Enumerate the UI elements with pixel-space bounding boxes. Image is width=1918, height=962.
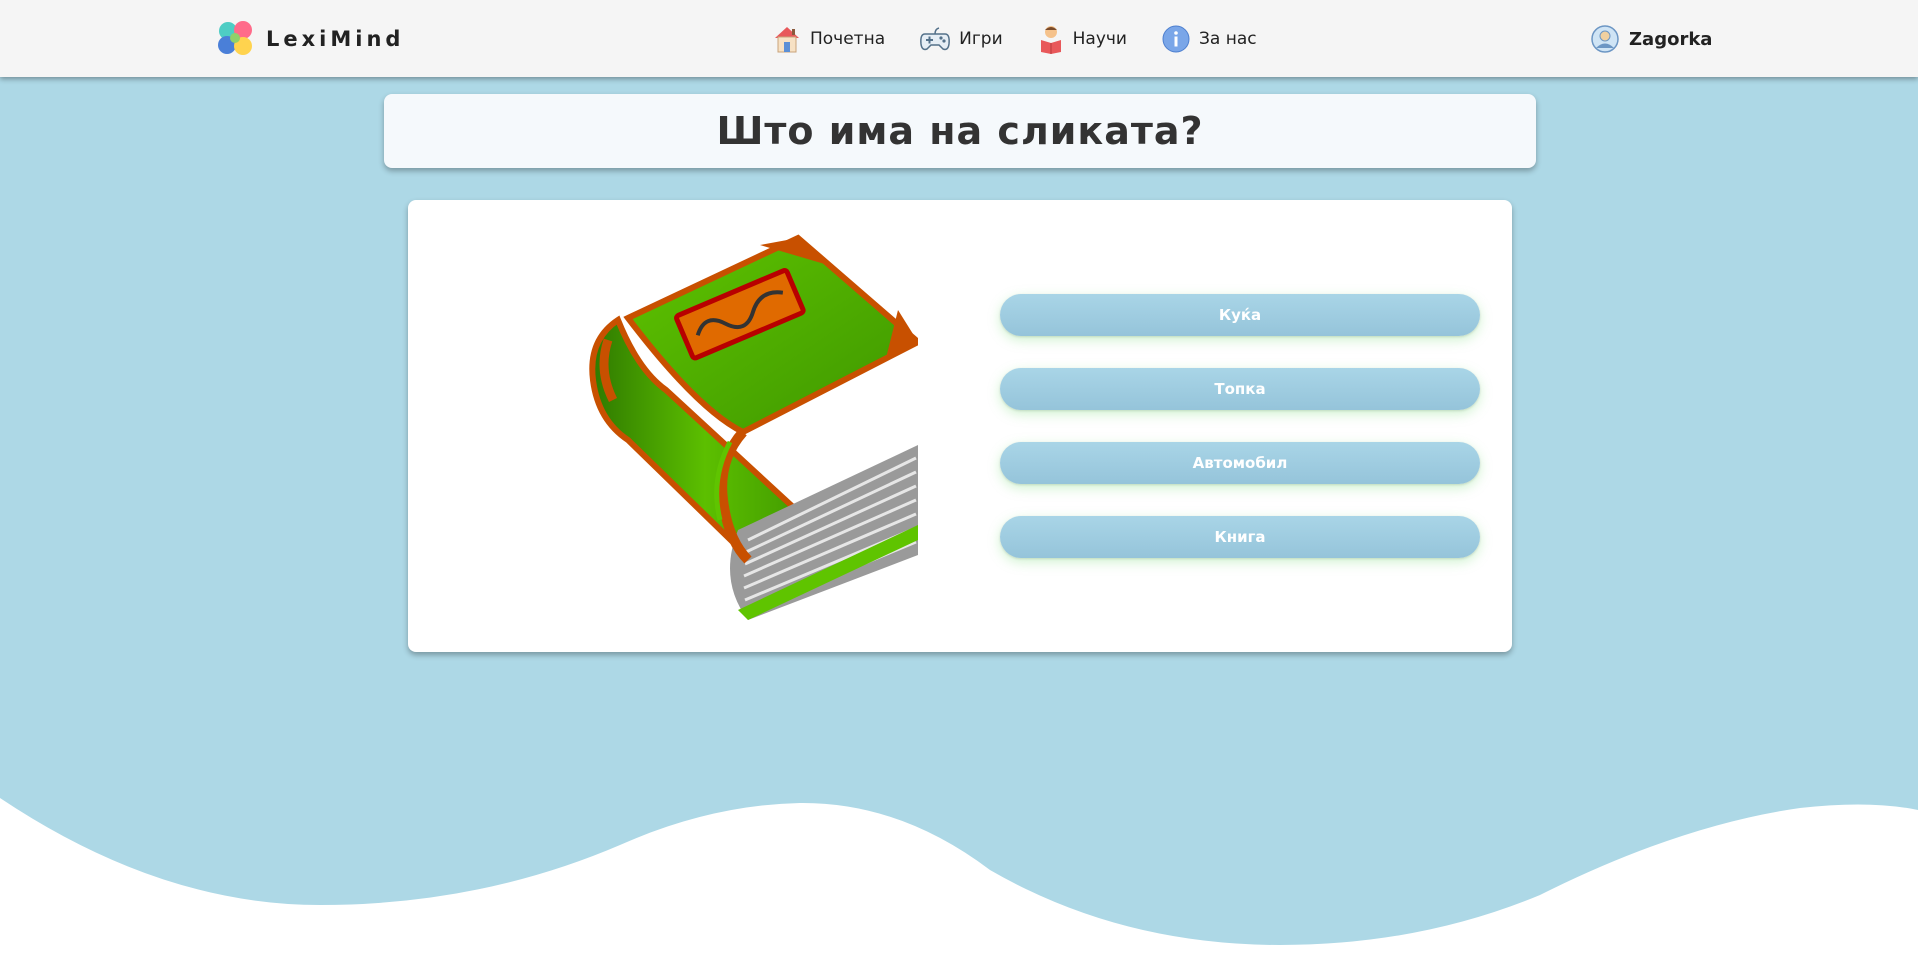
brand-logo[interactable]: LexiMind (216, 19, 404, 59)
bottom-wave-decoration (0, 798, 1918, 962)
brain-logo-icon (218, 21, 252, 55)
top-navbar: LexiMind Почетна Игри Научи За нас Zagor… (0, 0, 1918, 77)
nav-item-label: Почетна (810, 29, 886, 49)
nav-links: Почетна Игри Научи За нас (772, 24, 1291, 54)
answer-button-car[interactable]: Автомобил (1000, 442, 1480, 484)
answer-options: Куќа Топка Автомобил Книга (1000, 294, 1480, 590)
user-menu[interactable]: Zagorka (1590, 24, 1712, 54)
quiz-card: Куќа Топка Автомобил Книга (408, 200, 1512, 652)
answer-button-book[interactable]: Книга (1000, 516, 1480, 558)
reading-icon (1040, 26, 1061, 54)
nav-item-about[interactable]: За нас (1161, 24, 1257, 54)
home-icon (775, 27, 799, 53)
user-name: Zagorka (1629, 28, 1713, 50)
book-icon (589, 234, 918, 620)
answer-button-house[interactable]: Куќа (1000, 294, 1480, 336)
nav-item-home[interactable]: Почетна (772, 24, 885, 54)
question-banner: Што има на сликата? (384, 94, 1536, 168)
user-avatar-icon (1591, 25, 1619, 53)
question-title: Што има на сликата? (716, 109, 1204, 153)
nav-item-label: Игри (959, 29, 1003, 49)
answer-button-ball[interactable]: Топка (1000, 368, 1480, 410)
nav-item-label: За нас (1198, 29, 1257, 49)
nav-item-learn[interactable]: Научи (1037, 24, 1127, 54)
brand-name: LexiMind (266, 27, 405, 51)
gamepad-icon (920, 27, 951, 51)
info-icon (1162, 25, 1190, 53)
nav-item-games[interactable]: Игри (919, 24, 1003, 54)
nav-item-label: Научи (1072, 29, 1127, 49)
